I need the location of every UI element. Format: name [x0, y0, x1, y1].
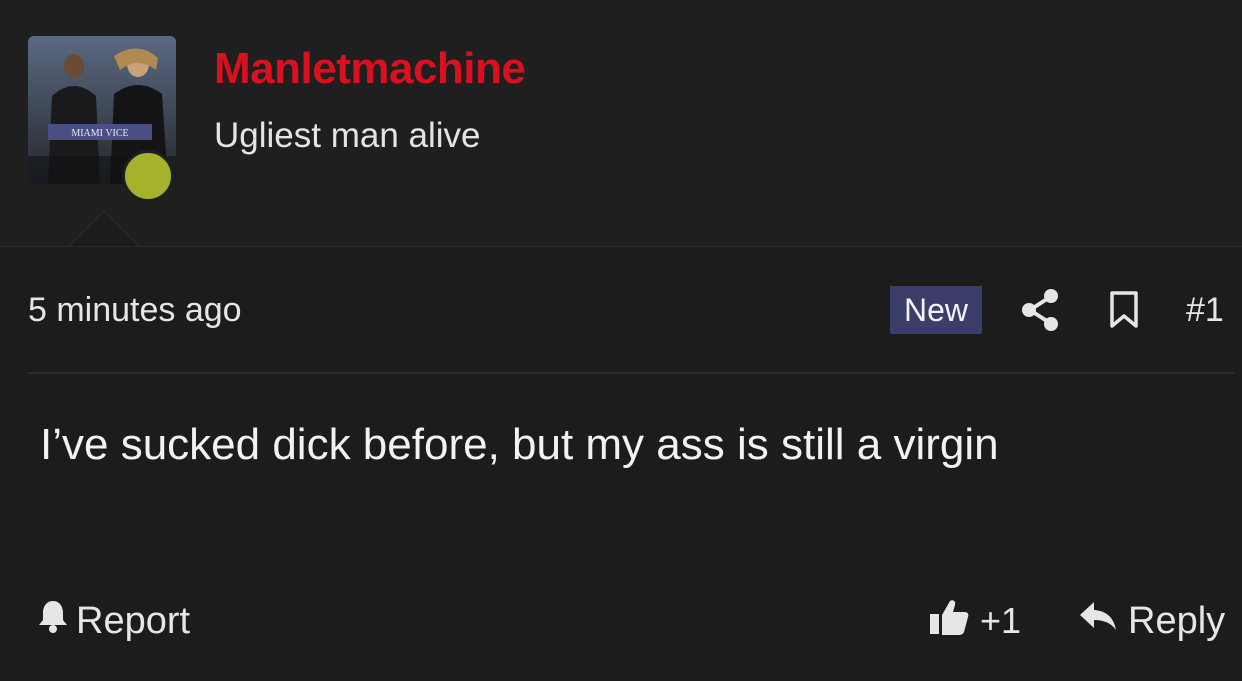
bell-icon [36, 598, 70, 644]
report-label: Report [76, 600, 191, 642]
author-username[interactable]: Manletmachine [214, 44, 526, 94]
report-button[interactable]: Report [36, 596, 190, 646]
like-button[interactable]: +1 [928, 596, 1021, 646]
thumbs-up-icon [928, 597, 970, 646]
post-divider [28, 372, 1234, 374]
post-actions: Report +1 Reply [0, 596, 1242, 646]
avatar-caption: MIAMI VICE [71, 128, 128, 139]
reply-label: Reply [1128, 600, 1226, 642]
reply-arrow-icon [1078, 599, 1118, 643]
author-title: Ugliest man alive [214, 116, 481, 155]
reply-button[interactable]: Reply [1078, 596, 1225, 646]
bookmark-icon[interactable] [1108, 290, 1140, 330]
new-badge: New [890, 286, 982, 334]
share-icon[interactable] [1020, 288, 1060, 332]
online-status-indicator [122, 150, 174, 202]
post-body-text: I’ve sucked dick before, but my ass is s… [40, 420, 999, 469]
like-count: +1 [980, 600, 1022, 641]
header-pointer [70, 212, 138, 246]
post-author-header: MIAMI VICE Manletmachine Ugliest man ali… [0, 0, 1242, 247]
post-timestamp[interactable]: 5 minutes ago [28, 291, 242, 330]
post-meta-row: 5 minutes ago New #1 [0, 278, 1242, 342]
post-number-link[interactable]: #1 [1186, 291, 1224, 330]
